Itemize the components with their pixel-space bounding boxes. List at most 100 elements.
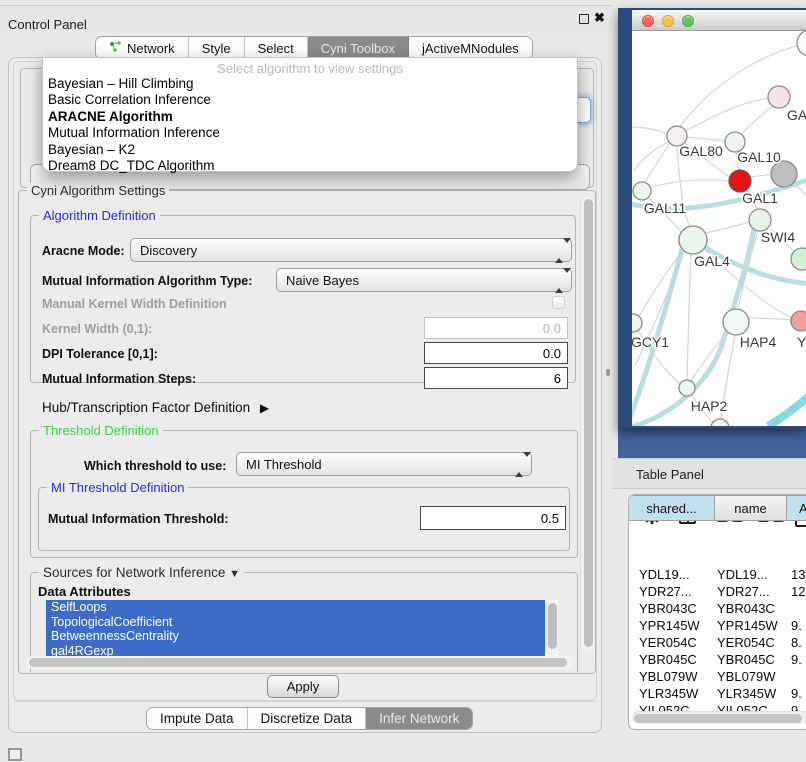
menu-item-bayes-k2[interactable]: Bayesian – K2 bbox=[43, 142, 577, 158]
sources-legend: Sources for Network Inference ▼ bbox=[39, 565, 244, 580]
tab-network-label: Network bbox=[127, 41, 175, 56]
node-label: GAL4 bbox=[694, 253, 730, 269]
menu-item-mutual-info[interactable]: Mutual Information Inference bbox=[43, 125, 577, 141]
sources-title: Sources for Network Inference bbox=[43, 565, 225, 580]
column-header-shared-name[interactable]: shared... bbox=[629, 495, 715, 521]
table-row[interactable]: YBL079WYBL079W bbox=[629, 668, 806, 685]
tab-jactivemnodules[interactable]: jActiveMNodules bbox=[409, 37, 532, 59]
settings-horizontal-scrollbar[interactable] bbox=[26, 656, 574, 669]
node-gal4[interactable] bbox=[679, 226, 707, 254]
edge-cyan bbox=[768, 397, 806, 426]
table-row[interactable]: YLR345WYLR345W9. bbox=[629, 685, 806, 702]
close-icon[interactable]: ✖ bbox=[594, 10, 605, 26]
tab-network[interactable]: Network bbox=[96, 37, 189, 59]
cyni-settings-legend: Cyni Algorithm Settings bbox=[27, 183, 169, 198]
mi-type-combobox[interactable]: Naive Bayes bbox=[276, 268, 572, 292]
mi-steps-label: Mutual Information Steps: bbox=[42, 372, 196, 386]
control-panel-title: Control Panel bbox=[8, 17, 87, 32]
menu-item-dream8[interactable]: Dream8 DC_TDC Algorithm bbox=[43, 158, 577, 174]
table-rows: YDL19...YDL19...13 YDR27...YDR27...12 YB… bbox=[629, 565, 806, 711]
hub-definition-label: Hub/Transcription Factor Definition bbox=[42, 400, 250, 415]
aracne-mode-label: Aracne Mode: bbox=[42, 244, 125, 258]
node-red[interactable] bbox=[729, 170, 751, 192]
mi-threshold-field[interactable]: 0.5 bbox=[420, 506, 566, 530]
node-label: GAL bbox=[787, 107, 806, 123]
menu-item-basic-correlation[interactable]: Basic Correlation Inference bbox=[43, 92, 577, 108]
which-threshold-combobox[interactable]: MI Threshold bbox=[236, 452, 532, 476]
zoom-traffic-light-icon[interactable] bbox=[682, 15, 694, 27]
tab-select[interactable]: Select bbox=[245, 37, 308, 59]
node-label: GAL1 bbox=[742, 190, 778, 206]
node-labels: GAL GAL80 GAL10 GAL11 GAL1 SWI4 GAL4 GCY… bbox=[632, 107, 806, 414]
list-scrollbar[interactable] bbox=[545, 600, 558, 656]
tab-discretize-data[interactable]: Discretize Data bbox=[248, 708, 367, 729]
menu-item-aracne[interactable]: ARACNE Algorithm bbox=[43, 109, 577, 125]
node-label: GAL10 bbox=[737, 149, 781, 165]
apply-button[interactable]: Apply bbox=[267, 675, 339, 698]
node-gcy1[interactable] bbox=[632, 314, 642, 332]
node-label: GCY1 bbox=[632, 334, 669, 350]
network-window-titlebar[interactable] bbox=[632, 10, 806, 31]
node-gal11[interactable] bbox=[633, 182, 651, 200]
table-row[interactable]: YBR043CYBR043C bbox=[629, 600, 806, 617]
table-horizontal-scrollbar[interactable] bbox=[632, 711, 806, 724]
close-traffic-light-icon[interactable] bbox=[642, 15, 654, 27]
table-row[interactable]: YPR145WYPR145W9. bbox=[629, 617, 806, 634]
tab-cyni-toolbox[interactable]: Cyni Toolbox bbox=[308, 37, 409, 59]
data-attributes-list: SelfLoops TopologicalCoefficient Between… bbox=[46, 600, 558, 656]
network-canvas[interactable]: GAL GAL80 GAL10 GAL11 GAL1 SWI4 GAL4 GCY… bbox=[632, 31, 806, 426]
node-swi4[interactable] bbox=[791, 248, 806, 270]
list-item[interactable]: SelfLoops bbox=[46, 600, 545, 615]
tab-impute-data[interactable]: Impute Data bbox=[147, 708, 248, 729]
stepper-arrows-icon bbox=[515, 457, 523, 472]
table-row[interactable]: YER054CYER054C8. bbox=[629, 634, 806, 651]
menu-item-bayes-hill[interactable]: Bayesian – Hill Climbing bbox=[43, 76, 577, 92]
list-item[interactable]: TopologicalCoefficient bbox=[46, 615, 545, 630]
column-header-name[interactable]: name bbox=[715, 495, 787, 521]
splitter-handle[interactable] bbox=[606, 369, 610, 376]
kernel-width-field[interactable]: 0.0 bbox=[424, 317, 568, 339]
which-threshold-label: Which threshold to use: bbox=[84, 459, 226, 473]
float-window-icon[interactable] bbox=[579, 14, 589, 24]
network-view-window: GAL GAL80 GAL10 GAL11 GAL1 SWI4 GAL4 GCY… bbox=[618, 8, 806, 428]
table-panel: ✓ ✓ shared... name A YDL19...YDL19...13 … bbox=[628, 494, 806, 730]
node-label: GAL11 bbox=[644, 200, 687, 216]
node-salmon[interactable] bbox=[791, 311, 806, 331]
manual-kernel-label: Manual Kernel Width Definition bbox=[42, 297, 227, 311]
node-gal1[interactable] bbox=[749, 209, 771, 231]
node[interactable] bbox=[797, 31, 806, 56]
list-item[interactable]: BetweennessCentrality bbox=[46, 629, 545, 644]
list-item[interactable]: gal4RGexp bbox=[46, 644, 545, 657]
mi-type-value: Naive Bayes bbox=[286, 273, 359, 288]
column-header-partial[interactable]: A bbox=[787, 495, 806, 521]
mi-threshold-legend: MI Threshold Definition bbox=[47, 480, 188, 495]
bottom-tabbar: Impute Data Discretize Data Infer Networ… bbox=[146, 707, 473, 730]
table-row[interactable]: YBR045CYBR045C9. bbox=[629, 651, 806, 668]
hub-definition-expander[interactable]: Hub/Transcription Factor Definition ▶ bbox=[42, 400, 269, 415]
node-hap4[interactable] bbox=[723, 309, 749, 335]
dpi-tolerance-field[interactable]: 0.0 bbox=[424, 342, 568, 364]
mi-steps-field[interactable]: 6 bbox=[424, 367, 568, 389]
node-hap2[interactable] bbox=[679, 380, 695, 396]
tab-style[interactable]: Style bbox=[189, 37, 245, 59]
collapse-down-icon[interactable]: ▼ bbox=[229, 568, 240, 580]
settings-vertical-scrollbar[interactable] bbox=[580, 196, 594, 652]
minimized-panel-icon[interactable] bbox=[8, 748, 22, 761]
expand-right-icon[interactable]: ▶ bbox=[260, 401, 269, 415]
node-gal2[interactable] bbox=[768, 86, 790, 108]
node[interactable] bbox=[711, 419, 729, 426]
dpi-tolerance-label: DPI Tolerance [0,1]: bbox=[42, 347, 158, 361]
table-row[interactable]: YDL19...YDL19...13 bbox=[629, 566, 806, 583]
table-panel-titlebar: Table Panel bbox=[612, 458, 806, 489]
table-row[interactable]: YIL052CYIL052C9 bbox=[629, 702, 806, 711]
tab-infer-network[interactable]: Infer Network bbox=[366, 708, 472, 729]
aracne-mode-combobox[interactable]: Discovery bbox=[130, 238, 572, 262]
minimize-traffic-light-icon[interactable] bbox=[662, 15, 674, 27]
mi-type-label: Mutual Information Algorithm Type: bbox=[42, 274, 252, 288]
stepper-arrows-icon bbox=[555, 273, 563, 288]
algorithm-dropdown-popup: Select algorithm to view settings Bayesi… bbox=[42, 57, 578, 172]
aracne-mode-value: Discovery bbox=[140, 243, 197, 258]
table-row[interactable]: YDR27...YDR27...12 bbox=[629, 583, 806, 600]
data-attributes-label: Data Attributes bbox=[38, 584, 131, 599]
manual-kernel-checkbox[interactable] bbox=[552, 296, 565, 309]
